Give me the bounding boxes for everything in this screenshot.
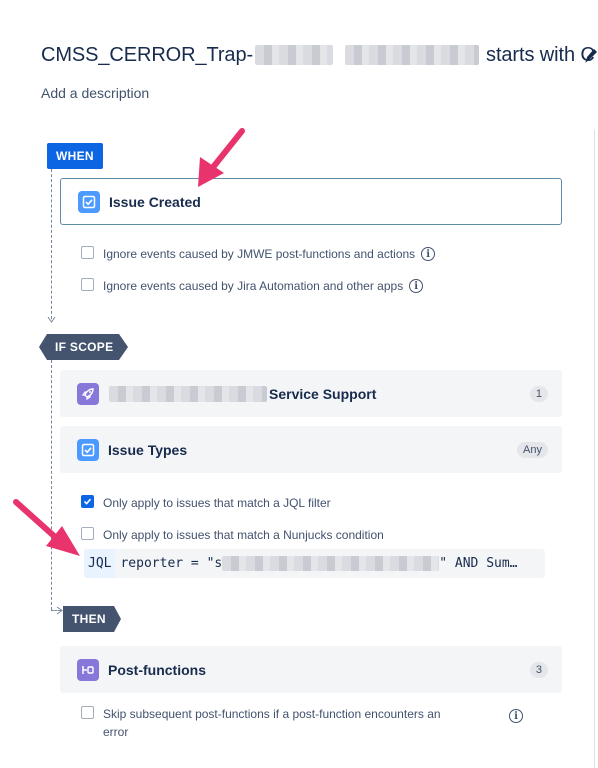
then-tag: THEN [63, 606, 121, 632]
any-badge: Any [517, 441, 548, 458]
flow-arrow-icon [56, 606, 63, 615]
flow-connector [51, 360, 52, 610]
project-label: Service Support [269, 385, 377, 402]
count-badge: 3 [529, 661, 548, 678]
trigger-card-issue-created[interactable]: Issue Created [60, 178, 562, 225]
jql-prefix-label: JQL [84, 549, 116, 578]
rocket-icon [77, 382, 99, 405]
jql-query-end: " AND Sum… [439, 556, 518, 571]
jql-filter-field[interactable]: JQL reporter = "s " AND Sum… [84, 549, 545, 578]
flow-branch-icon [77, 658, 99, 681]
redacted-text [345, 45, 480, 65]
option-label-line2: error [103, 725, 129, 739]
scope-issue-types-card[interactable]: Issue Types Any [60, 426, 562, 473]
checkbox[interactable] [81, 706, 94, 719]
option-ignore-jmwe[interactable]: Ignore events caused by JMWE post-functi… [81, 245, 436, 263]
option-label-line1: Skip subsequent post-functions if a post… [103, 707, 441, 721]
when-tag: WHEN [47, 143, 103, 169]
rule-title-suffix: starts with C [486, 43, 595, 66]
rule-title-prefix: CMSS_CERROR_Trap- [41, 43, 254, 66]
panel-divider [594, 130, 595, 768]
count-badge: 1 [529, 385, 548, 402]
option-label-block: Skip subsequent post-functions if a post… [103, 705, 487, 741]
redacted-text [222, 556, 440, 571]
option-jql-filter[interactable]: Only apply to issues that match a JQL fi… [81, 494, 331, 512]
option-skip-subsequent[interactable]: Skip subsequent post-functions if a post… [81, 705, 523, 741]
edit-pencil-icon[interactable] [584, 46, 598, 64]
checkbox-square-icon [77, 438, 99, 461]
annotation-arrow-icon [13, 499, 80, 556]
checkbox[interactable] [81, 278, 94, 291]
redacted-text [109, 385, 267, 402]
redacted-text [255, 45, 334, 65]
rule-title[interactable]: CMSS_CERROR_Trap- starts with C [41, 42, 595, 68]
checkbox[interactable] [81, 246, 94, 259]
issue-types-label: Issue Types [108, 441, 188, 458]
option-label: Only apply to issues that match a JQL fi… [103, 496, 331, 510]
description-field[interactable]: Add a description [41, 85, 149, 101]
checkbox-square-icon [78, 190, 100, 213]
post-functions-card[interactable]: Post-functions 3 [60, 646, 562, 693]
trigger-label: Issue Created [109, 193, 201, 210]
if-scope-tag: IF SCOPE [39, 334, 128, 360]
jql-query-start: reporter = "s [120, 556, 223, 571]
flow-arrow-icon [47, 316, 56, 323]
option-label: Ignore events caused by JMWE post-functi… [103, 247, 416, 261]
option-label: Only apply to issues that match a Nunjuc… [103, 528, 384, 542]
annotation-arrow-icon [198, 128, 245, 187]
option-ignore-automation[interactable]: Ignore events caused by Jira Automation … [81, 277, 424, 295]
info-icon[interactable]: i [421, 247, 436, 261]
scope-project-card[interactable]: Service Support 1 [60, 370, 562, 417]
info-icon[interactable]: i [409, 279, 424, 293]
info-icon[interactable]: i [509, 709, 523, 723]
option-nunjucks-condition[interactable]: Only apply to issues that match a Nunjuc… [81, 526, 384, 544]
post-functions-label: Post-functions [108, 661, 206, 678]
flow-connector [51, 169, 52, 319]
option-label: Ignore events caused by Jira Automation … [103, 279, 404, 293]
